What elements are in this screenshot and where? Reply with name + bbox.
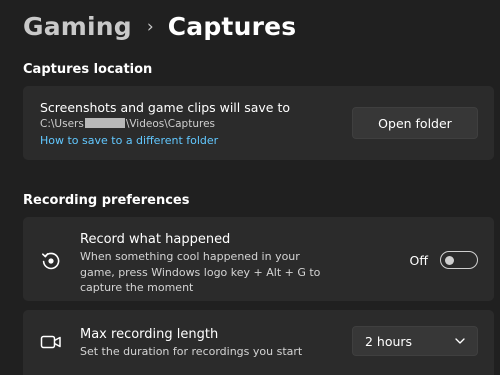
captures-settings-page: Gaming › Captures Captures location Scre… [0, 0, 500, 375]
page-title: Captures [167, 11, 297, 41]
max-recording-length-dropdown[interactable]: 2 hours [352, 326, 478, 356]
captures-location-card: Screenshots and game clips will save to … [23, 86, 494, 160]
redacted-username [84, 118, 125, 128]
max-recording-length-card: Max recording length Set the duration fo… [23, 310, 494, 375]
captures-folder-path: C:\Users \Videos\Captures [40, 118, 215, 130]
path-suffix: \Videos\Captures [125, 118, 215, 130]
toggle-knob [445, 255, 454, 265]
record-what-happened-toggle[interactable] [440, 251, 478, 269]
different-folder-help-link[interactable]: How to save to a different folder [40, 134, 218, 147]
breadcrumb: Gaming › Captures [23, 6, 296, 46]
chevron-right-icon: › [146, 17, 154, 37]
max-recording-length-description: Set the duration for recordings you star… [80, 345, 303, 358]
captures-location-heading: Captures location [23, 62, 153, 77]
save-location-description: Screenshots and game clips will save to [40, 100, 291, 115]
recording-preferences-heading: Recording preferences [23, 193, 190, 208]
breadcrumb-gaming-link[interactable]: Gaming [23, 12, 132, 41]
path-prefix: C:\Users [40, 118, 84, 130]
record-what-happened-toggle-group: Off [410, 251, 478, 269]
video-camera-icon [40, 332, 62, 356]
record-what-happened-card: Record what happened When something cool… [23, 217, 494, 301]
dropdown-selected-value: 2 hours [365, 333, 413, 349]
max-recording-length-title: Max recording length [80, 327, 219, 342]
chevron-down-icon [455, 338, 465, 344]
record-what-happened-description: When something cool happened in your gam… [80, 250, 321, 294]
record-history-icon [40, 250, 62, 276]
record-what-happened-title: Record what happened [80, 232, 231, 247]
open-folder-button[interactable]: Open folder [352, 107, 478, 139]
toggle-state-label: Off [409, 252, 428, 268]
